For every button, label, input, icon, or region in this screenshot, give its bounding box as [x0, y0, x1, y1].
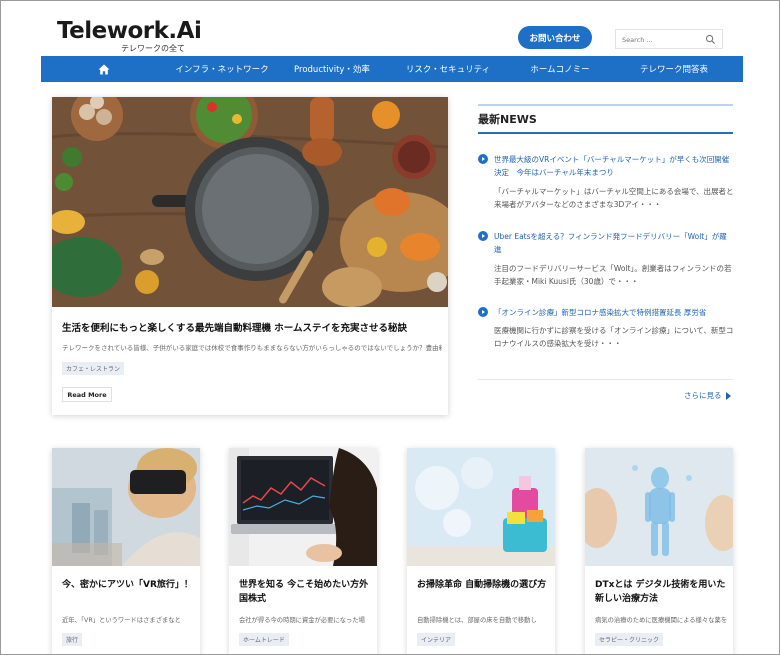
arrow-bullet-icon: [478, 231, 488, 241]
arrow-bullet-icon: [478, 154, 488, 164]
triangle-right-icon: [725, 391, 731, 400]
featured-article-tag[interactable]: カフェ・レストラン: [62, 362, 125, 375]
news-top-divider: [478, 104, 733, 106]
news-item-desc: 注目のフードデリバリーサービス「Wolt」。創業者はフィンランドの若手起業家・M…: [494, 264, 732, 286]
arrow-bullet-icon: [478, 307, 488, 317]
card-excerpt: 病気の治療のために医療機関による様々な薬を処方: [595, 617, 727, 624]
card-tag[interactable]: 旅行: [62, 633, 83, 646]
contact-button[interactable]: お問い合わせ: [518, 26, 592, 49]
featured-article-title[interactable]: 生活を便利にもっと楽しくする最先端自動料理機 ホームステイを充実させる秘訣: [62, 320, 407, 334]
news-item-desc: 医療機関に行かずに診察を受ける「オンライン診療」について、新型コロナウイルスの感…: [494, 326, 734, 348]
read-more-button[interactable]: Read More: [62, 387, 112, 402]
article-card[interactable]: 世界を知る 今こそ始めたい方外国株式 会社が得る今の時期に資金が必要になった場 …: [229, 448, 377, 654]
card-image-stock-laptop[interactable]: [229, 448, 377, 566]
card-title[interactable]: 世界を知る 今こそ始めたい方外国株式: [239, 578, 371, 606]
search-input[interactable]: [622, 33, 702, 46]
search-icon[interactable]: [705, 34, 716, 45]
news-item-title[interactable]: Uber Eatsを超える？フィンランド発フードデリバリー「Wolt」が躍進: [494, 230, 734, 256]
nav-item-homeconomy[interactable]: ホームコノミー: [510, 56, 610, 82]
news-title-underline: [478, 132, 733, 134]
nav-home[interactable]: [41, 56, 166, 82]
page-frame: Telework.Ai テレワークの全て お問い合わせ インフラ・ネットワーク …: [0, 0, 780, 655]
site-logo-subtitle: テレワークの全て: [121, 44, 185, 53]
nav-item-infra[interactable]: インフラ・ネットワーク: [166, 56, 278, 82]
article-card[interactable]: お掃除革命 自動掃除機の選び方 自動掃除機とは、部屋の床を自動で移動し インテリ…: [407, 448, 555, 654]
main-nav: インフラ・ネットワーク Productivity・効率 リスク・セキュリティ ホ…: [41, 56, 743, 82]
card-tag[interactable]: ホームトレード: [239, 633, 289, 646]
card-title[interactable]: 今、密かにアツい「VR旅行」！: [62, 578, 194, 592]
news-item-title[interactable]: 世界最大級のVRイベント「バーチャルマーケット」が早くも次回開催決定 今年はバー…: [494, 153, 734, 179]
nav-item-security[interactable]: リスク・セキュリティ: [386, 56, 510, 82]
card-image-cleaning-supplies[interactable]: [407, 448, 555, 566]
home-icon: [98, 64, 109, 74]
site-logo-title[interactable]: Telework.Ai: [57, 18, 202, 44]
card-tag[interactable]: インテリア: [417, 633, 456, 646]
featured-image-cooking-pot[interactable]: [52, 97, 448, 307]
news-item-desc: 「バーチャルマーケット」はバーチャル空間上にある会場で、出展者と来場者がアバター…: [494, 187, 734, 209]
card-image-vr-headset[interactable]: [52, 448, 200, 566]
featured-article-card[interactable]: 生活を便利にもっと楽しくする最先端自動料理機 ホームステイを充実させる秘訣 テレ…: [52, 97, 448, 415]
card-excerpt: 会社が得る今の時期に資金が必要になった場: [239, 617, 365, 624]
featured-article-excerpt: テレワークをされている皆様、子供がいる家庭では休校で食事作りもままならない方がい…: [62, 344, 442, 352]
search-box: [615, 29, 723, 49]
news-section-title: 最新NEWS: [478, 113, 537, 126]
card-excerpt: 自動掃除機とは、部屋の床を自動で移動し: [417, 617, 537, 624]
card-title[interactable]: DTxとは デジタル技術を用いた新しい治療方法: [595, 578, 727, 606]
news-more-label: さらに見る: [684, 391, 722, 400]
card-tag[interactable]: セラピー・クリニック: [595, 633, 664, 646]
nav-item-qa[interactable]: テレワーク問答表: [610, 56, 738, 82]
news-bottom-divider: [478, 379, 733, 380]
nav-item-productivity[interactable]: Productivity・効率: [278, 56, 386, 82]
news-item-title[interactable]: 「オンライン診療」新型コロナ感染拡大で特例措置延長 厚労省: [494, 306, 734, 319]
article-card[interactable]: DTxとは デジタル技術を用いた新しい治療方法 病気の治療のために医療機関による…: [585, 448, 733, 654]
news-more-link[interactable]: さらに見る: [684, 390, 731, 401]
card-image-digital-body[interactable]: [585, 448, 733, 566]
card-title[interactable]: お掃除革命 自動掃除機の選び方: [417, 578, 549, 592]
card-excerpt: 近年、「VR」というワードはさまざまなと: [62, 617, 181, 624]
article-card[interactable]: 今、密かにアツい「VR旅行」！ 近年、「VR」というワードはさまざまなと 旅行: [52, 448, 200, 654]
